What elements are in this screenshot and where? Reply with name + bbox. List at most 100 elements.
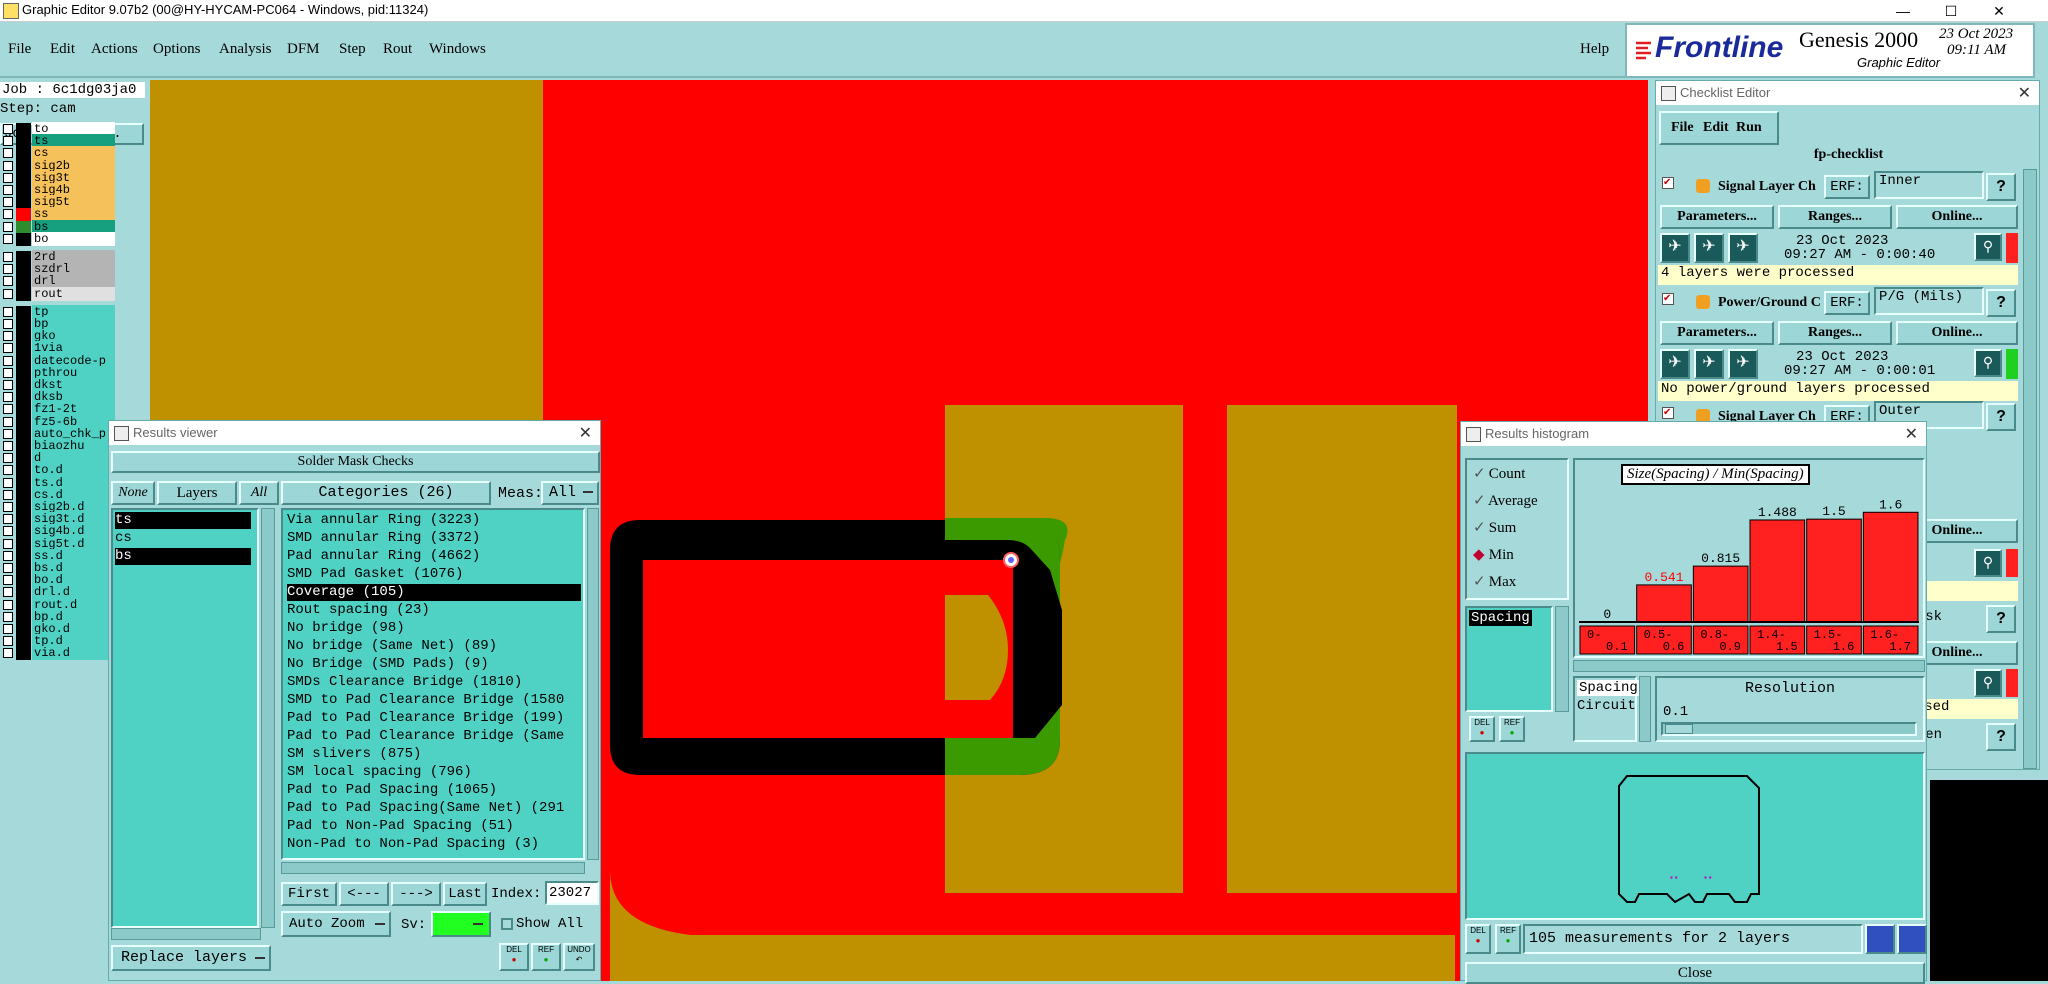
layer-checkbox[interactable] [3, 209, 13, 220]
layer-checkbox[interactable] [3, 233, 13, 244]
category-item[interactable]: SMDs Clearance Bridge (1810) [287, 674, 581, 691]
index-field[interactable]: 23027 [545, 881, 599, 905]
categories-hscrollbar[interactable] [281, 862, 585, 874]
layer-checkbox[interactable] [3, 172, 13, 183]
side-list-spacing[interactable]: Spacing [1577, 680, 1640, 696]
prev-button[interactable]: <--- [339, 882, 389, 906]
checklist-menu-file[interactable]: File [1671, 120, 1694, 136]
layers-hscrollbar[interactable] [111, 928, 261, 940]
board-preview[interactable]: ▪▪ ▪▪ [1465, 752, 1925, 920]
layer-checkbox[interactable] [3, 550, 13, 561]
menu-windows[interactable]: Windows [429, 41, 486, 58]
category-item[interactable]: Rout spacing (23) [287, 602, 581, 619]
preview-del-button[interactable]: DEL ● [1465, 924, 1491, 954]
layer-checkbox[interactable] [3, 599, 13, 610]
run-icon[interactable]: ✈ [1660, 233, 1690, 263]
layer-checkbox[interactable] [3, 563, 13, 573]
histogram-bar[interactable] [1862, 511, 1919, 623]
close-button[interactable]: ✕ [1976, 0, 2022, 22]
layer-checkbox[interactable] [3, 441, 13, 451]
layers-list[interactable]: ts cs bs [111, 508, 259, 928]
layer-checkbox[interactable] [3, 288, 13, 299]
last-button[interactable]: Last [443, 882, 487, 906]
layer-checkbox[interactable] [3, 136, 13, 147]
stat-option-average[interactable]: ✓ Average [1473, 491, 1538, 510]
layer-checkbox[interactable] [3, 276, 13, 287]
resolution-slider[interactable] [1661, 722, 1917, 736]
hist-ref-button[interactable]: REF ● [1499, 716, 1525, 742]
layer-checkbox[interactable] [3, 160, 13, 171]
run-icon[interactable]: ✈ [1660, 349, 1690, 379]
erf-field[interactable]: Inner [1874, 171, 1984, 199]
ref-button[interactable]: REF ● [531, 943, 561, 971]
online-button[interactable]: Online... [1896, 321, 2018, 345]
view-results-icon[interactable]: ⚲ [1974, 669, 2002, 697]
layer-checkbox[interactable] [3, 538, 13, 549]
checklist-close-icon[interactable]: ✕ [2018, 83, 2031, 103]
erf-button[interactable]: ERF: [1824, 291, 1870, 315]
menu-edit[interactable]: Edit [50, 41, 75, 58]
parameters-button[interactable]: Parameters... [1660, 321, 1774, 345]
histogram-hscrollbar[interactable] [1573, 660, 1925, 672]
check-enable-checkbox[interactable]: ✔ [1662, 177, 1674, 189]
category-item[interactable]: SM slivers (875) [287, 746, 581, 763]
layer-checkbox[interactable] [3, 624, 13, 634]
run-all-icon[interactable]: ✈ [1694, 349, 1724, 379]
category-item[interactable]: Pad to Pad Clearance Bridge (Same [287, 728, 581, 745]
menu-step[interactable]: Step [339, 41, 366, 58]
layer-checkbox[interactable] [3, 587, 13, 598]
menu-file[interactable]: File [8, 41, 31, 58]
next-button[interactable]: ---> [391, 882, 441, 906]
layer-checkbox[interactable] [3, 221, 13, 232]
del-button[interactable]: DEL ● [499, 943, 529, 971]
category-item[interactable]: Pad to Pad Spacing (1065) [287, 782, 581, 799]
auto-zoom-dropdown[interactable]: Auto Zoom [281, 911, 391, 937]
category-item[interactable]: Pad to Pad Clearance Bridge (199) [287, 710, 581, 727]
ranges-button[interactable]: Ranges... [1778, 321, 1892, 345]
results-layer-item[interactable]: bs [115, 548, 251, 565]
layer-checkbox[interactable] [3, 514, 13, 525]
category-item[interactable]: Via annular Ring (3223) [287, 512, 581, 529]
categories-scrollbar[interactable] [587, 508, 599, 860]
side-list-circuit[interactable]: Circuit [1577, 698, 1636, 714]
layer-checkbox[interactable] [3, 124, 13, 134]
layer-checkbox[interactable] [3, 331, 13, 342]
layer-checkbox[interactable] [3, 252, 13, 262]
results-viewer-close-icon[interactable]: ✕ [579, 423, 592, 443]
attribute-spacing[interactable]: Spacing [1469, 610, 1532, 626]
stop-icon[interactable]: ✈ [1728, 349, 1758, 379]
layer-checkbox[interactable] [3, 380, 13, 390]
attribute-scrollbar[interactable] [1555, 606, 1569, 712]
menu-rout[interactable]: Rout [383, 41, 412, 58]
category-item[interactable]: Pad to Non-Pad Spacing (51) [287, 818, 581, 835]
layer-checkbox[interactable] [3, 526, 13, 537]
menu-dfm[interactable]: DFM [287, 41, 320, 58]
meas-dropdown[interactable]: All [541, 481, 599, 505]
layer-checkbox[interactable] [3, 343, 13, 354]
histogram-bar[interactable] [1636, 584, 1692, 623]
histogram-close-icon[interactable]: ✕ [1905, 424, 1918, 444]
minimize-button[interactable]: — [1880, 0, 1926, 22]
layer-checkbox[interactable] [3, 264, 13, 275]
slider-thumb[interactable] [1665, 724, 1693, 734]
category-item[interactable]: No Bridge (SMD Pads) (9) [287, 656, 581, 673]
layer-checkbox[interactable] [3, 148, 13, 159]
side-list-scrollbar[interactable] [1639, 676, 1651, 742]
category-item[interactable]: SMD to Pad Clearance Bridge (1580 [287, 692, 581, 709]
layer-row-bo[interactable]: bo [0, 231, 117, 246]
histogram-bar[interactable] [1692, 565, 1749, 623]
checklist-menu-edit[interactable]: Edit [1703, 120, 1729, 136]
layer-checkbox[interactable] [3, 355, 13, 366]
ranges-button[interactable]: Ranges... [1778, 205, 1892, 229]
show-all-checkbox[interactable] [501, 918, 513, 930]
layer-checkbox[interactable] [3, 428, 13, 439]
layer-color-swatch[interactable] [16, 287, 31, 301]
checklist-menu-run[interactable]: Run [1736, 120, 1762, 136]
layer-checkbox[interactable] [3, 306, 13, 317]
zoom-area-icon[interactable] [1897, 924, 1927, 954]
replace-layers-dropdown[interactable]: Replace layers [111, 945, 271, 971]
check-help-button[interactable]: ? [1986, 173, 2016, 201]
parameters-button[interactable]: Parameters... [1660, 205, 1774, 229]
layer-checkbox[interactable] [3, 489, 13, 500]
histogram-bar[interactable] [1806, 518, 1862, 623]
